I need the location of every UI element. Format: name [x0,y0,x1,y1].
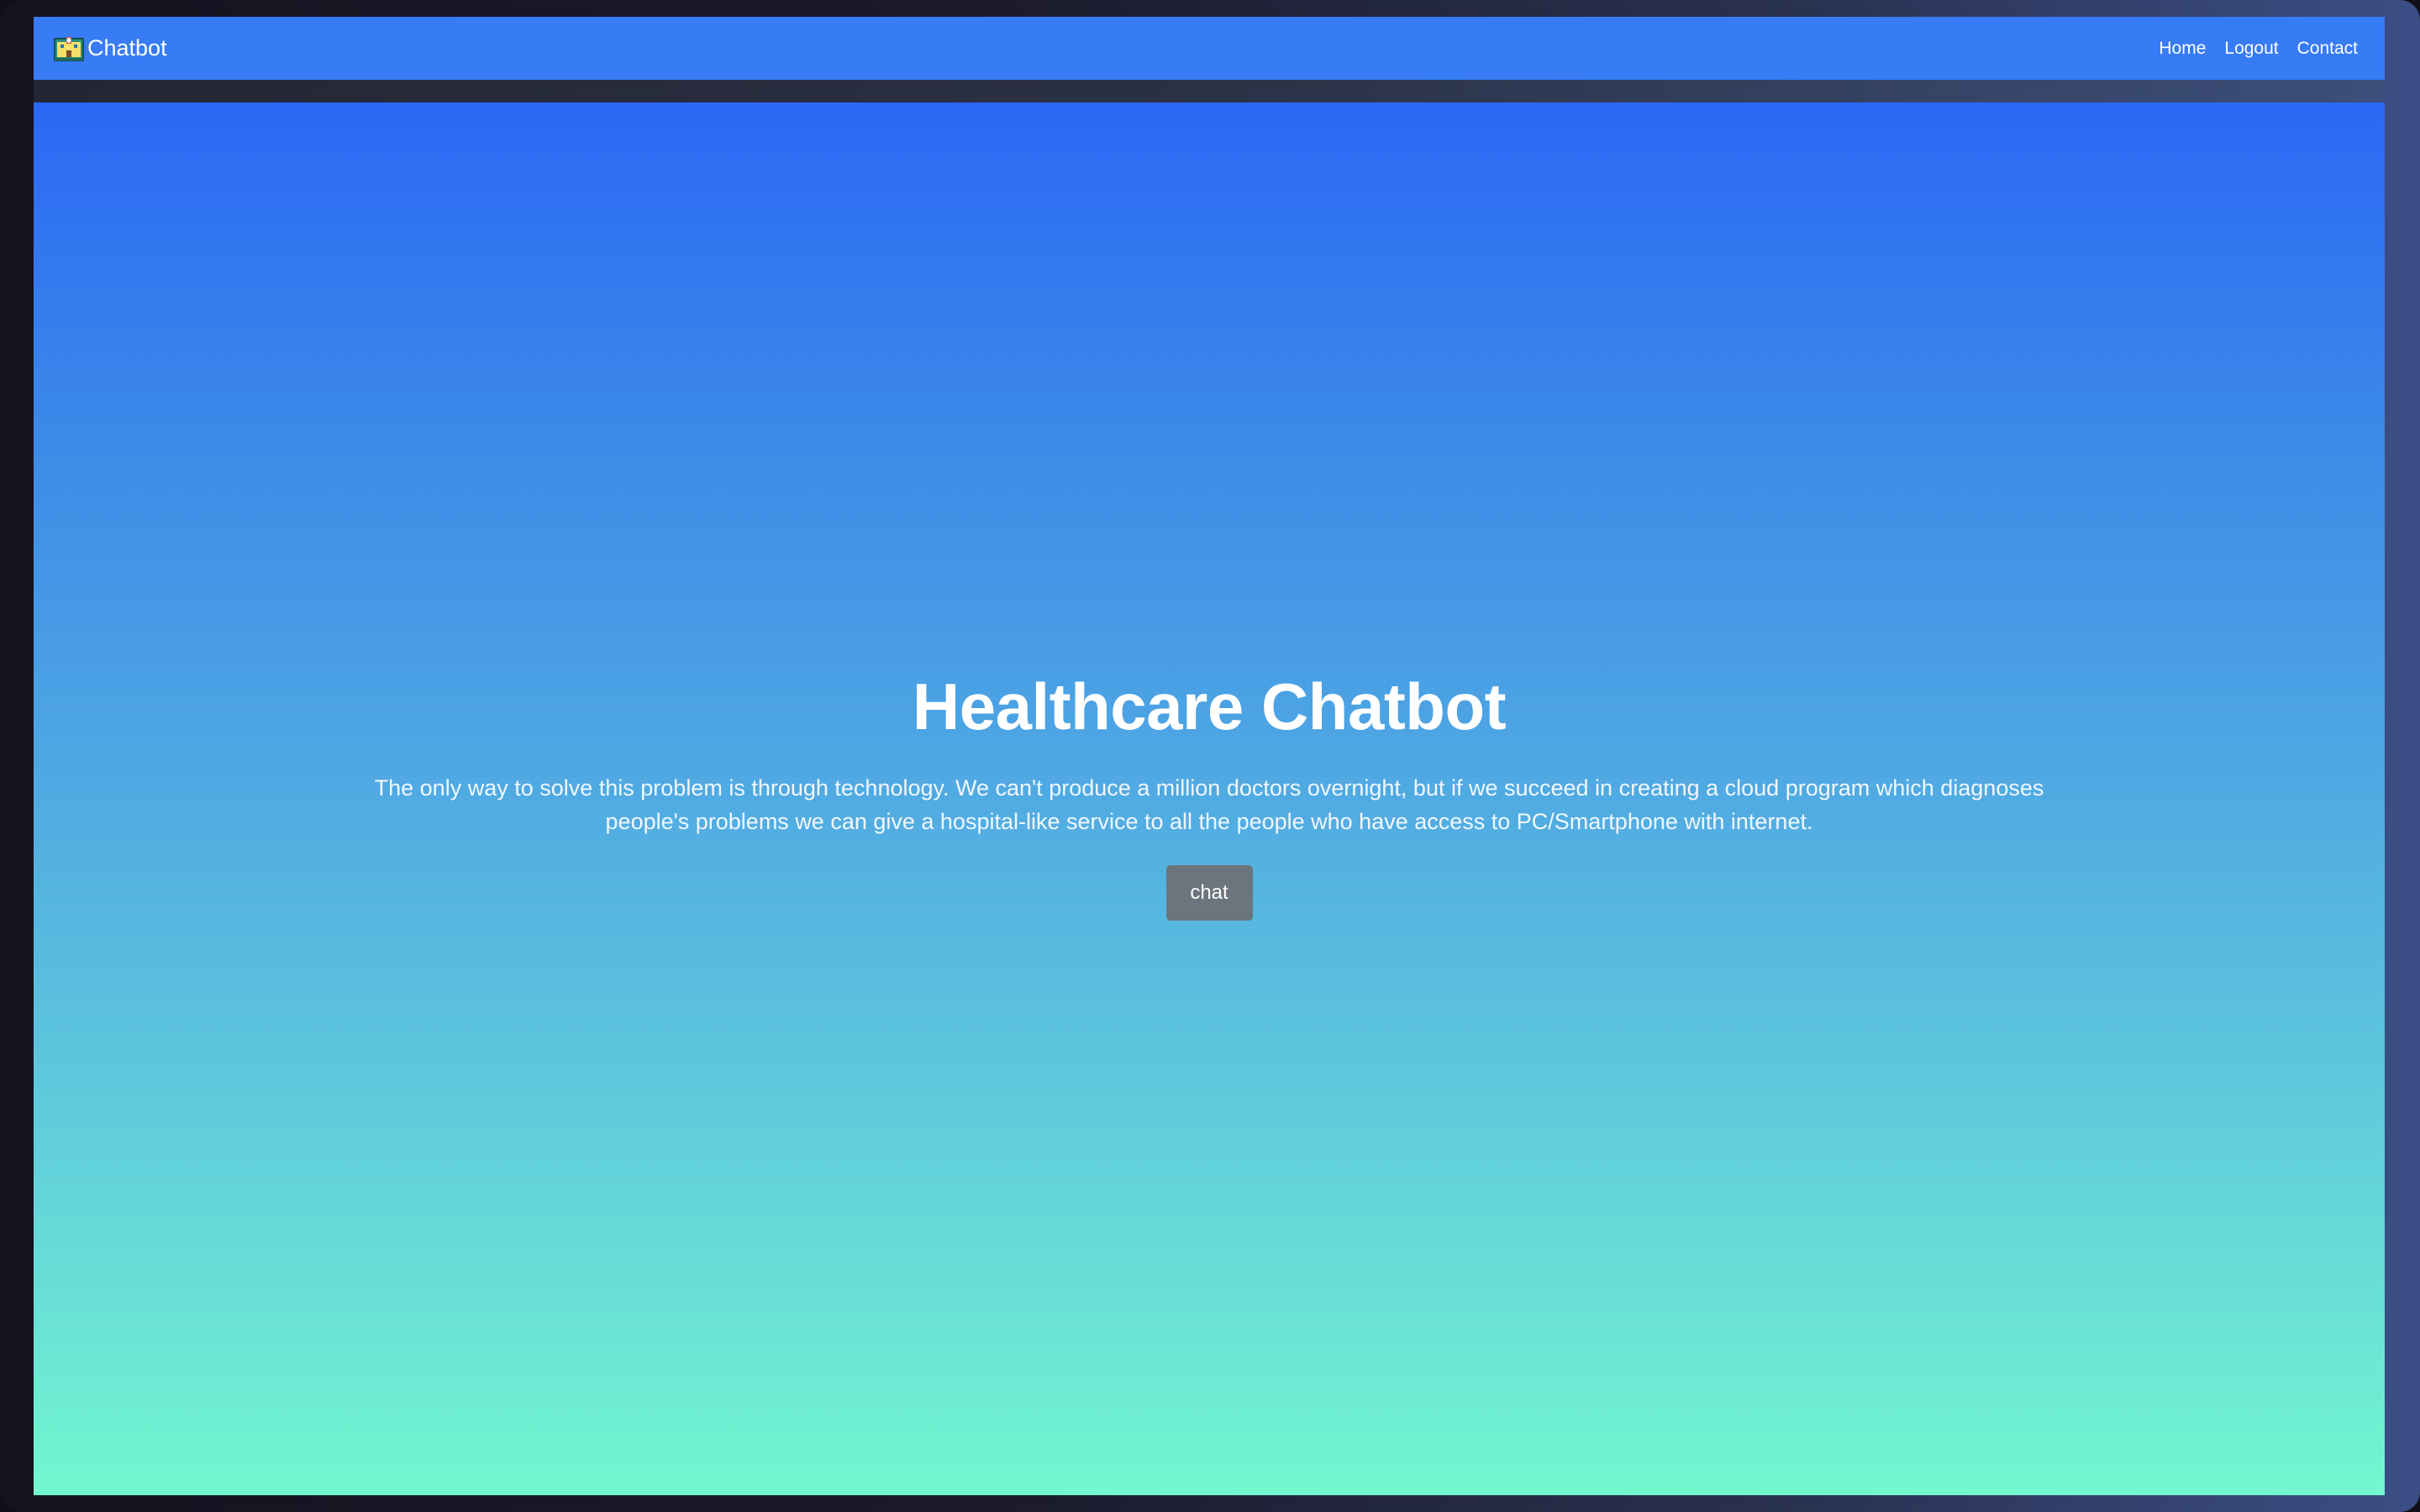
hospital-icon [54,35,84,62]
chat-button[interactable]: chat [1165,865,1253,921]
nav-link-logout[interactable]: Logout [2224,39,2278,59]
hero-description: The only way to solve this problem is th… [374,775,2044,834]
nav-link-contact[interactable]: Contact [2297,39,2358,59]
nav-links: Home Logout Contact [2159,39,2358,59]
brand-link[interactable]: Chatbot [54,35,167,62]
nav-gap-strip [34,80,2385,105]
hero-content: Healthcare Chatbot The only way to solve… [34,674,2385,921]
brand-label: Chatbot [87,35,167,60]
page-title: Healthcare Chatbot [912,669,1507,743]
nav-link-home[interactable]: Home [2159,39,2206,59]
navbar: Chatbot Home Logout Contact [34,17,2385,80]
hero-section: Healthcare Chatbot The only way to solve… [34,102,2385,1495]
